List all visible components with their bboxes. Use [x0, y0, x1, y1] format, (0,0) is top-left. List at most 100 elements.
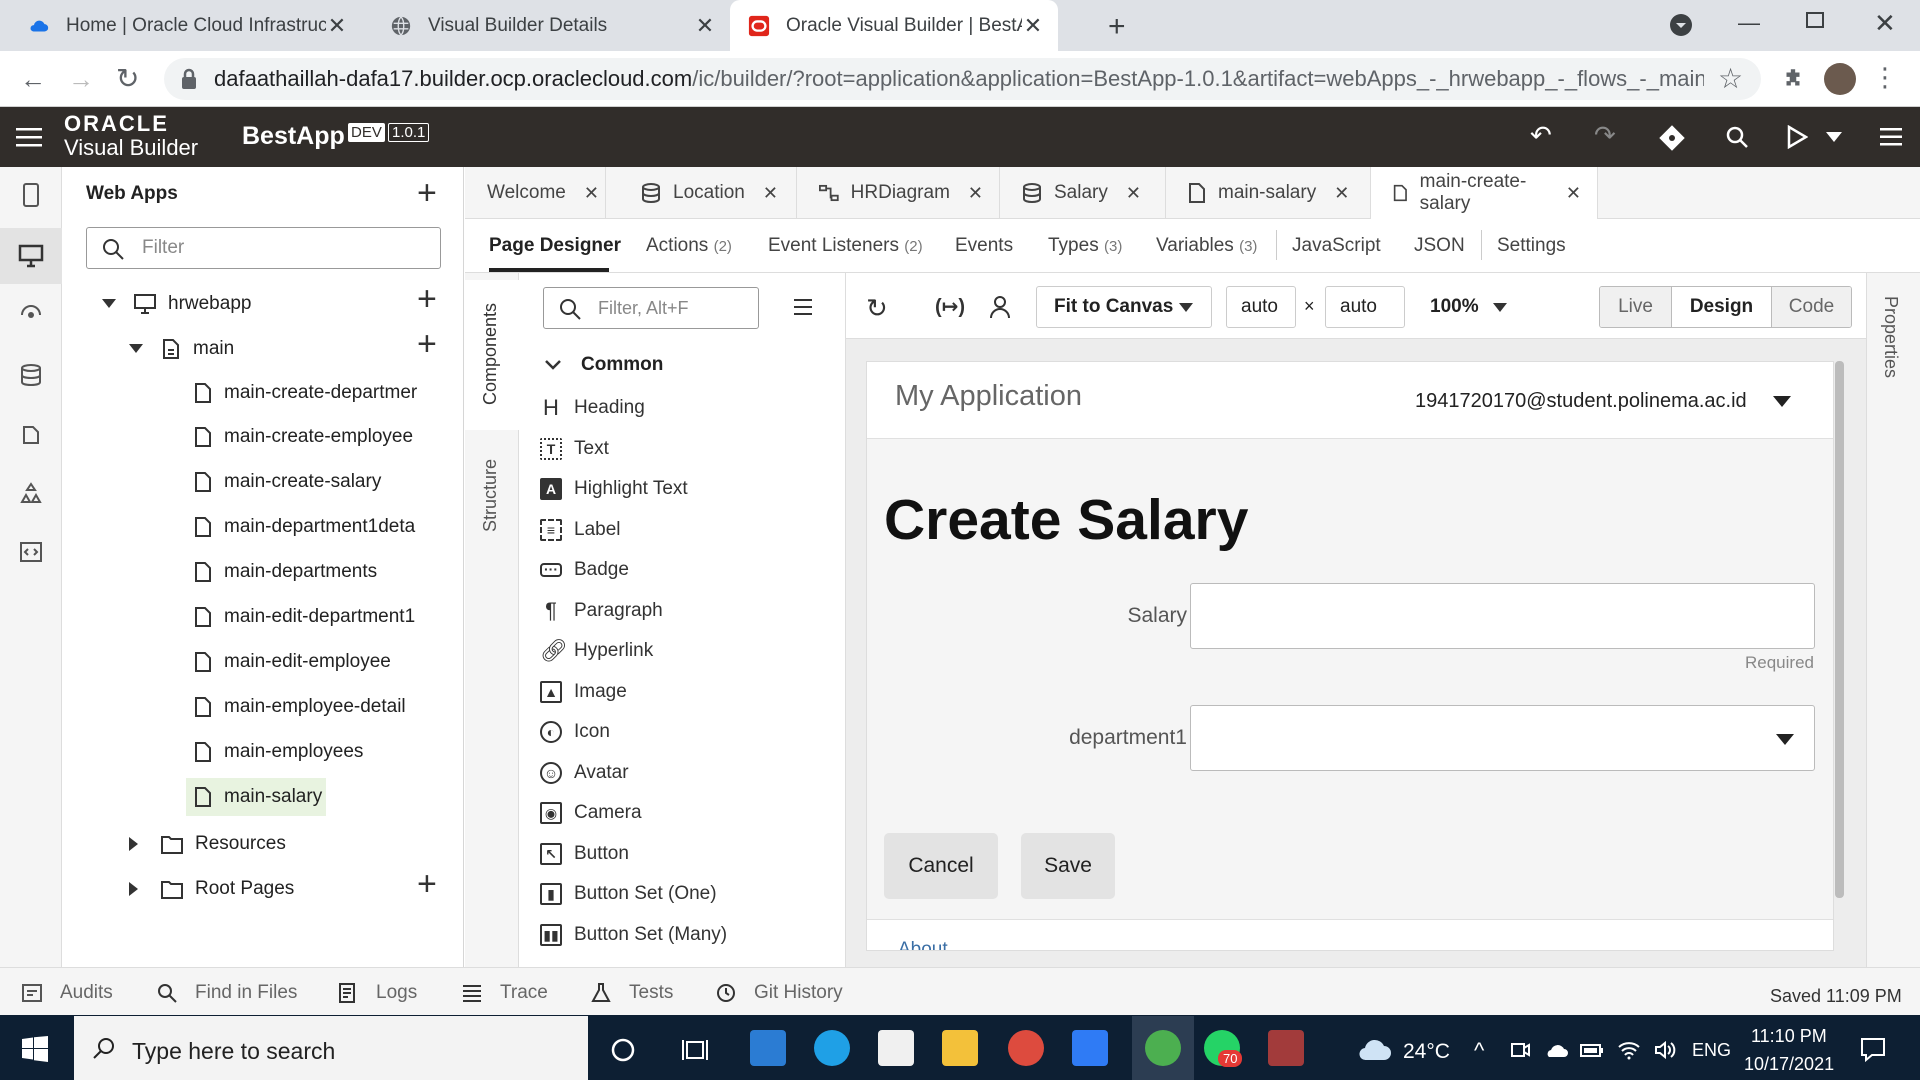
close-window-icon[interactable]: ✕ — [1874, 8, 1896, 39]
bottom-logs[interactable]: Logs — [338, 982, 417, 1004]
component-button[interactable]: ↖ Button — [540, 839, 629, 869]
mobile-apps-icon[interactable] — [21, 183, 41, 207]
onedrive-icon[interactable] — [1544, 1042, 1568, 1058]
caret-right-icon[interactable] — [129, 882, 139, 896]
clock-time[interactable]: 11:10 PM — [1751, 1026, 1827, 1047]
cancel-button[interactable]: Cancel — [884, 833, 998, 899]
web-apps-icon[interactable] — [18, 244, 44, 268]
tab-types[interactable]: Types (3) — [1048, 235, 1122, 257]
volume-icon[interactable] — [1654, 1040, 1676, 1060]
navigator-filter-input[interactable]: Filter — [86, 227, 441, 269]
tree-node-page[interactable]: main-department1deta — [194, 509, 415, 545]
canvas-scrollbar[interactable] — [1835, 361, 1844, 898]
mail-app-icon[interactable] — [750, 1030, 786, 1066]
close-icon[interactable]: ✕ — [326, 13, 348, 39]
user-menu-caret-icon[interactable] — [1773, 396, 1791, 407]
editor-tab-location[interactable]: Location ✕ — [619, 167, 797, 219]
vtab-structure[interactable]: Structure — [480, 459, 501, 532]
restore-icon[interactable] — [1806, 12, 1824, 28]
profile-avatar[interactable] — [1824, 63, 1856, 95]
tab-json[interactable]: JSON — [1414, 235, 1465, 257]
menu-icon[interactable] — [1880, 128, 1902, 146]
tree-node-page[interactable]: main-create-salary — [194, 464, 381, 500]
forward-icon[interactable]: → — [68, 64, 94, 95]
close-icon[interactable]: ✕ — [763, 183, 778, 204]
footer-about-link[interactable]: About — [898, 939, 948, 950]
winrar-icon[interactable] — [1268, 1030, 1304, 1066]
app-name[interactable]: BestApp — [242, 122, 345, 151]
editor-tab-main-create-salary[interactable]: main-create-salary ✕ — [1371, 167, 1598, 219]
close-icon[interactable]: ✕ — [1126, 183, 1141, 204]
close-icon[interactable]: ✕ — [1022, 13, 1044, 39]
browser-tab-visual-builder[interactable]: Oracle Visual Builder | BestApp-1 ✕ — [730, 0, 1058, 51]
component-image[interactable]: ▲ Image — [540, 677, 627, 707]
tab-search-icon[interactable] — [1670, 14, 1692, 36]
edge-browser-icon[interactable] — [814, 1030, 850, 1066]
user-role-icon[interactable] — [989, 295, 1011, 319]
component-button-set-many[interactable]: ▮▮ Button Set (Many) — [540, 920, 727, 950]
component-button-set-one[interactable]: ▮ Button Set (One) — [540, 879, 717, 909]
tab-events[interactable]: Events — [955, 235, 1013, 257]
extensions-icon[interactable] — [1780, 66, 1806, 92]
minimize-icon[interactable]: — — [1738, 10, 1760, 36]
clock-date[interactable]: 10/17/2021 — [1744, 1054, 1834, 1075]
weather-temp[interactable]: 24°C — [1403, 1040, 1450, 1064]
business-objects-icon[interactable] — [20, 363, 42, 387]
browser-tab-oracle-cloud[interactable]: Home | Oracle Cloud Infrastructu ✕ — [0, 0, 362, 51]
file-explorer-icon[interactable] — [942, 1030, 978, 1066]
tab-page-designer[interactable]: Page Designer — [489, 235, 621, 257]
undo-icon[interactable]: ↶ — [1530, 120, 1552, 151]
url-text[interactable]: dafaathaillah-dafa17.builder.ocp.oraclec… — [214, 66, 1704, 92]
git-icon[interactable] — [1658, 124, 1686, 152]
tree-node-page[interactable]: main-create-employee — [194, 419, 413, 455]
width-input[interactable]: auto — [1226, 286, 1296, 328]
chrome-profile-icon[interactable] — [1008, 1030, 1044, 1066]
windows-start-icon[interactable] — [22, 1036, 48, 1062]
save-button[interactable]: Save — [1021, 833, 1115, 899]
weather-cloud-icon[interactable] — [1358, 1038, 1392, 1062]
hamburger-icon[interactable] — [16, 127, 42, 147]
user-menu[interactable]: 1941720170@student.polinema.ac.id — [1415, 390, 1747, 413]
add-root-page-icon[interactable]: + — [417, 865, 437, 904]
tab-event-listeners[interactable]: Event Listeners (2) — [768, 235, 923, 257]
tab-actions[interactable]: Actions (2) — [646, 235, 732, 257]
meet-now-icon[interactable] — [1510, 1040, 1530, 1060]
processes-icon[interactable] — [19, 482, 43, 506]
close-icon[interactable]: ✕ — [584, 183, 599, 204]
caret-down-icon[interactable] — [129, 344, 143, 354]
caret-right-icon[interactable] — [129, 837, 139, 851]
caret-down-icon[interactable] — [102, 299, 116, 309]
editor-tab-hrdiagram[interactable]: HRDiagram ✕ — [797, 167, 1000, 219]
add-flow-icon[interactable]: + — [417, 280, 437, 319]
component-heading[interactable]: H Heading — [540, 393, 645, 423]
wifi-icon[interactable] — [1618, 1040, 1640, 1060]
battery-icon[interactable] — [1580, 1042, 1604, 1058]
todo-app-icon[interactable] — [1072, 1030, 1108, 1066]
browser-tab-vb-details[interactable]: Visual Builder Details ✕ — [362, 0, 730, 51]
tray-chevron-icon[interactable]: ^ — [1474, 1038, 1484, 1064]
redo-icon[interactable]: ↷ — [1594, 120, 1616, 151]
tab-settings[interactable]: Settings — [1497, 235, 1566, 257]
cortana-icon[interactable] — [611, 1038, 635, 1062]
salary-input[interactable] — [1190, 583, 1815, 649]
bottom-audits[interactable]: Audits — [22, 982, 113, 1004]
services-icon[interactable] — [20, 305, 42, 325]
fit-to-canvas-select[interactable]: Fit to Canvas — [1036, 286, 1212, 328]
component-text[interactable]: T Text — [540, 434, 609, 464]
editor-tab-welcome[interactable]: Welcome ✕ — [465, 167, 606, 219]
height-input[interactable]: auto — [1325, 286, 1405, 328]
lock-icon[interactable] — [180, 68, 198, 90]
run-icon[interactable] — [1786, 125, 1808, 149]
back-icon[interactable]: ← — [20, 64, 46, 95]
source-icon[interactable] — [20, 542, 42, 562]
mode-design[interactable]: Design — [1672, 287, 1772, 327]
component-badge[interactable]: ··· Badge — [540, 555, 629, 585]
component-icon[interactable]: ◐ Icon — [540, 717, 610, 747]
tab-variables[interactable]: Variables (3) — [1156, 235, 1257, 257]
bottom-trace[interactable]: Trace — [462, 982, 548, 1004]
tree-node-page[interactable]: main-create-departmer — [194, 375, 417, 411]
more-menu-icon[interactable]: ⋮ — [1872, 62, 1898, 93]
notifications-icon[interactable] — [1860, 1036, 1886, 1062]
bookmark-star-icon[interactable]: ☆ — [1718, 62, 1743, 95]
component-camera[interactable]: ◉ Camera — [540, 798, 642, 828]
